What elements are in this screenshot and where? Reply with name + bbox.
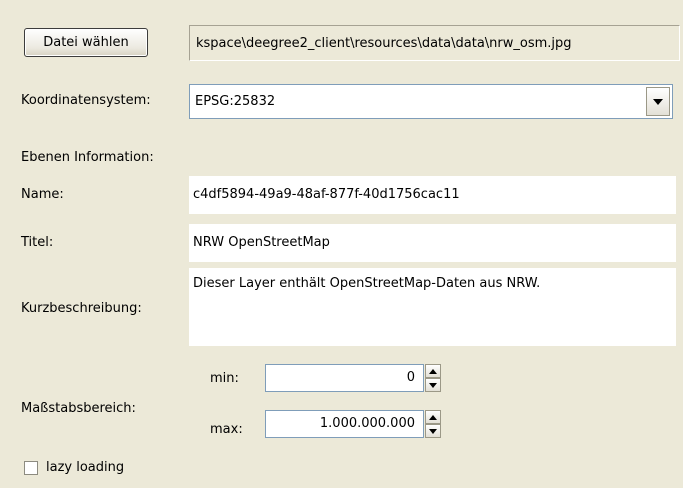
layer-info-heading: Ebenen Information: — [21, 150, 154, 165]
scale-max-label: max: — [210, 422, 243, 437]
file-path-field: kspace\deegree2_client\resources\data\da… — [189, 25, 680, 61]
crs-label: Koordinatensystem: — [21, 93, 151, 108]
scale-min-decrement-button[interactable] — [425, 378, 441, 392]
description-label: Kurzbeschreibung: — [21, 301, 142, 316]
arrow-up-icon — [429, 368, 437, 374]
crs-dropdown-button[interactable] — [646, 87, 670, 116]
arrow-up-icon — [429, 414, 437, 420]
description-textarea[interactable]: Dieser Layer enthält OpenStreetMap-Daten… — [189, 268, 676, 346]
title-field[interactable]: NRW OpenStreetMap — [189, 224, 676, 262]
crs-selected-value: EPSG:25832 — [195, 94, 276, 109]
description-value: Dieser Layer enthält OpenStreetMap-Daten… — [193, 276, 541, 291]
choose-file-button[interactable]: Datei wählen — [24, 28, 148, 57]
name-label: Name: — [21, 187, 64, 202]
title-label: Titel: — [21, 235, 54, 250]
choose-file-button-label: Datei wählen — [43, 35, 129, 50]
scale-min-increment-button[interactable] — [425, 364, 441, 378]
scale-max-spinner[interactable] — [425, 410, 441, 438]
lazy-loading-checkbox[interactable] — [24, 461, 38, 475]
lazy-loading-label[interactable]: lazy loading — [46, 460, 124, 475]
scale-max-input[interactable]: 1.000.000.000 — [265, 410, 424, 438]
name-field[interactable]: c4df5894-49a9-48af-877f-40d1756cac11 — [189, 176, 676, 214]
scale-range-label: Maßstabsbereich: — [21, 401, 136, 416]
title-value: NRW OpenStreetMap — [193, 235, 330, 250]
chevron-down-icon — [653, 98, 663, 105]
scale-min-label: min: — [210, 371, 239, 386]
scale-max-decrement-button[interactable] — [425, 424, 441, 438]
name-value: c4df5894-49a9-48af-877f-40d1756cac11 — [193, 187, 460, 202]
arrow-down-icon — [429, 382, 437, 388]
scale-max-increment-button[interactable] — [425, 410, 441, 424]
scale-min-input[interactable]: 0 — [265, 364, 424, 392]
arrow-down-icon — [429, 428, 437, 434]
file-path-text: kspace\deegree2_client\resources\data\da… — [196, 35, 572, 51]
scale-min-spinner[interactable] — [425, 364, 441, 392]
scale-min-value: 0 — [406, 370, 415, 385]
crs-combobox[interactable]: EPSG:25832 — [189, 84, 673, 119]
scale-max-value: 1.000.000.000 — [319, 416, 415, 431]
